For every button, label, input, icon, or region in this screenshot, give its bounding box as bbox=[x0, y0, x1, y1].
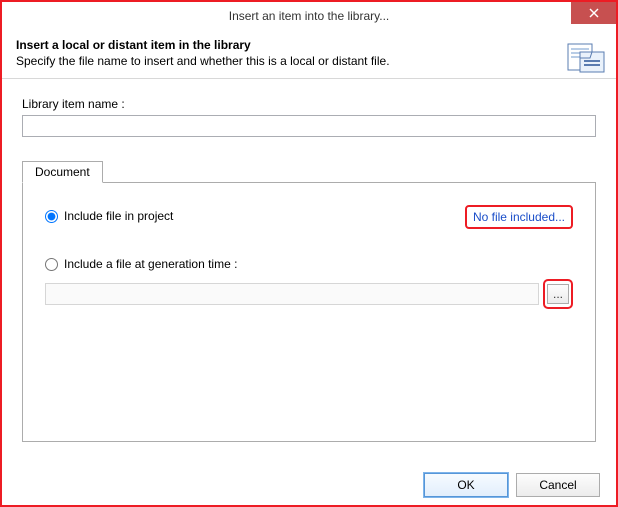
no-file-text: No file included... bbox=[473, 210, 565, 224]
close-button[interactable] bbox=[571, 2, 616, 24]
dialog-window: Insert an item into the library... Inser… bbox=[0, 0, 618, 507]
browse-button[interactable]: ... bbox=[547, 284, 569, 304]
dialog-header: Insert a local or distant item in the li… bbox=[2, 30, 616, 79]
browse-highlight: ... bbox=[543, 279, 573, 309]
dialog-footer: OK Cancel bbox=[424, 473, 600, 497]
header-title: Insert a local or distant item in the li… bbox=[16, 38, 602, 52]
item-name-input[interactable] bbox=[22, 115, 596, 137]
titlebar: Insert an item into the library... bbox=[2, 2, 616, 30]
tab-container: Document Include file in project No file… bbox=[22, 161, 596, 442]
library-icon bbox=[566, 38, 606, 74]
include-generation-radio[interactable] bbox=[45, 258, 58, 271]
generation-path-input[interactable] bbox=[45, 283, 539, 305]
include-generation-row: Include a file at generation time : bbox=[45, 257, 573, 271]
include-generation-label: Include a file at generation time : bbox=[64, 257, 237, 271]
include-project-radio[interactable] bbox=[45, 210, 58, 223]
document-panel: Include file in project No file included… bbox=[22, 182, 596, 442]
close-icon bbox=[589, 8, 599, 18]
header-subtitle: Specify the file name to insert and whet… bbox=[16, 54, 602, 68]
ellipsis-icon: ... bbox=[553, 287, 563, 301]
include-generation-block: Include a file at generation time : ... bbox=[45, 257, 573, 309]
tab-document[interactable]: Document bbox=[22, 161, 103, 183]
no-file-link[interactable]: No file included... bbox=[465, 205, 573, 229]
include-project-label: Include file in project bbox=[64, 209, 173, 223]
ok-button[interactable]: OK bbox=[424, 473, 508, 497]
dialog-body: Library item name : Document Include fil… bbox=[2, 79, 616, 442]
item-name-label: Library item name : bbox=[22, 97, 596, 111]
generation-path-row: ... bbox=[45, 279, 573, 309]
window-title: Insert an item into the library... bbox=[229, 9, 390, 23]
cancel-button[interactable]: Cancel bbox=[516, 473, 600, 497]
tab-strip: Document bbox=[22, 161, 596, 183]
